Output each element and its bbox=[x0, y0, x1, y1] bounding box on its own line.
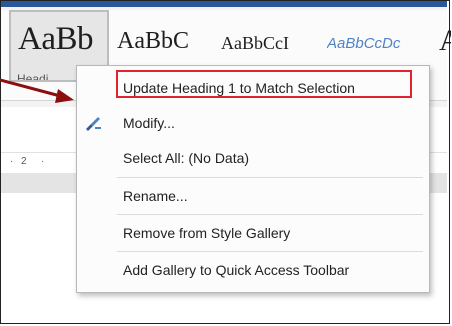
context-menu: Update Heading 1 to Match Selection Modi… bbox=[76, 65, 430, 293]
menu-item-label: Add Gallery to Quick Access Toolbar bbox=[123, 262, 350, 278]
menu-item-add-to-quick-access[interactable]: Add Gallery to Quick Access Toolbar bbox=[77, 256, 427, 284]
menu-item-select-all[interactable]: Select All: (No Data) bbox=[77, 144, 427, 172]
style-tile-5[interactable]: A bbox=[439, 10, 451, 82]
menu-separator bbox=[117, 251, 423, 252]
ruler-mark: · bbox=[10, 156, 14, 167]
highlight-annotation-box bbox=[116, 70, 412, 98]
style-sample: AaBb bbox=[18, 21, 94, 57]
menu-item-label: Modify... bbox=[123, 115, 175, 131]
menu-item-label: Select All: (No Data) bbox=[123, 150, 250, 166]
menu-item-label: Remove from Style Gallery bbox=[123, 225, 291, 241]
menu-item-modify[interactable]: Modify... bbox=[77, 109, 427, 137]
menu-item-rename[interactable]: Rename... bbox=[77, 182, 427, 210]
menu-item-label: Rename... bbox=[123, 188, 188, 204]
ruler-mark: · bbox=[41, 156, 45, 167]
style-name: Headi bbox=[17, 72, 49, 82]
style-sample: AaBbCcI bbox=[221, 33, 289, 53]
menu-separator bbox=[117, 177, 423, 178]
menu-item-remove-from-gallery[interactable]: Remove from Style Gallery bbox=[77, 219, 427, 247]
menu-separator bbox=[117, 214, 423, 215]
style-sample: A bbox=[439, 24, 451, 57]
style-sample: AaBbCcDc bbox=[327, 35, 401, 52]
brush-icon bbox=[83, 113, 105, 133]
ruler-mark: 2 bbox=[21, 156, 27, 167]
style-sample: AaBbC bbox=[117, 28, 189, 54]
